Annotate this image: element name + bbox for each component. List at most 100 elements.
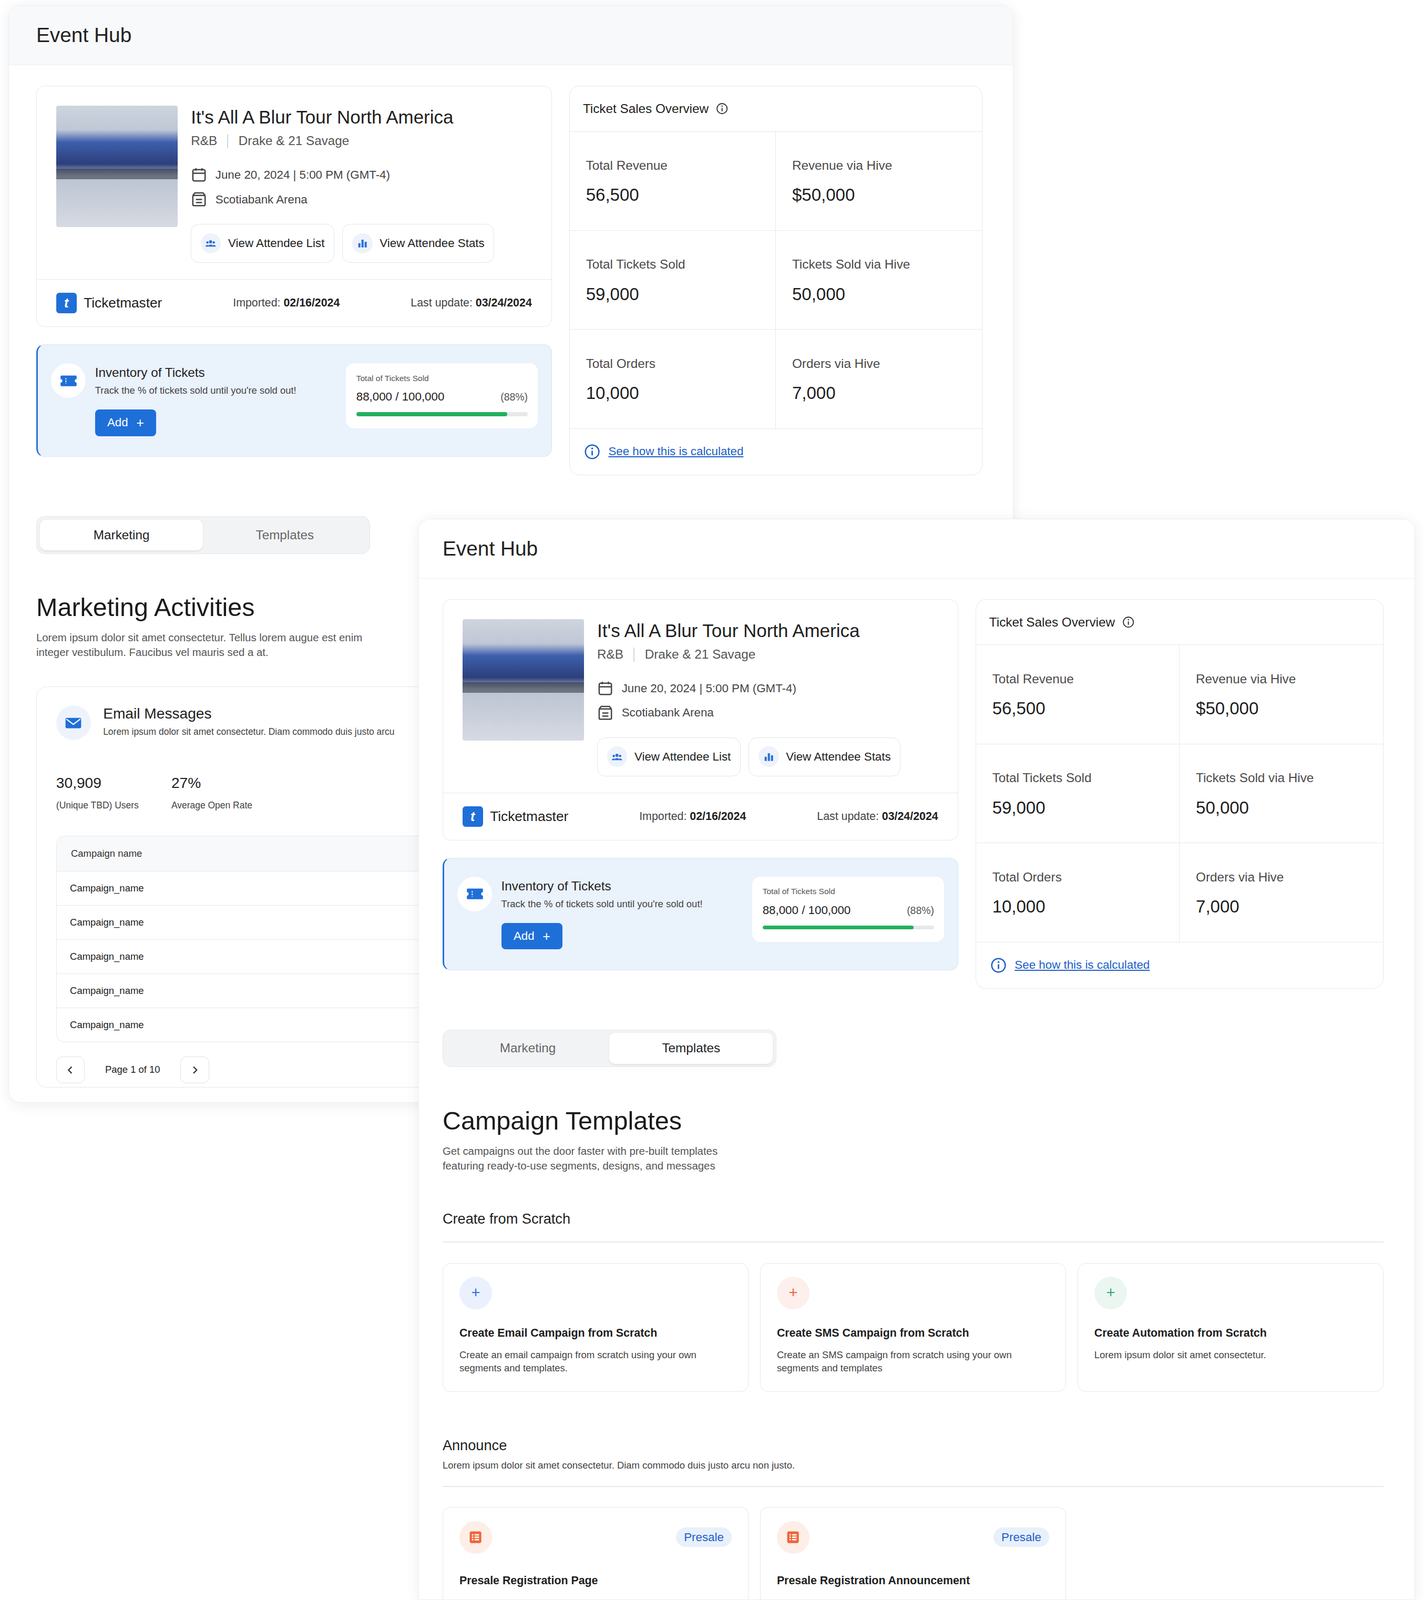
sales-stat: Total Tickets Sold59,000 <box>976 744 1180 844</box>
event-title: It's All A Blur Tour North America <box>190 105 532 129</box>
template-card[interactable]: +Create Email Campaign from ScratchCreat… <box>442 1263 750 1393</box>
tickets-meter: Total of Tickets Sold88,000 / 100,000(88… <box>752 876 945 942</box>
tab[interactable]: Templates <box>202 519 367 551</box>
meter-reading: 88,000 / 100,000 <box>356 390 445 404</box>
add-button[interactable]: Add+ <box>95 409 157 436</box>
list-icon <box>468 1530 483 1545</box>
event-card: It's All A Blur Tour North America R&B Dra… <box>442 599 959 841</box>
plus-icon: + <box>776 1276 810 1310</box>
tickets-meter: Total of Tickets Sold88,000 / 100,000(88… <box>345 363 538 429</box>
sales-stat: Total Orders10,000 <box>569 329 776 429</box>
event-poster <box>56 105 178 228</box>
section-title: Campaign Templates <box>442 1105 1384 1136</box>
attendee-stats-button[interactable]: View Attendee Stats <box>342 223 495 263</box>
info-icon[interactable] <box>715 102 729 115</box>
plus-icon: + <box>459 1276 493 1310</box>
email-title: Email Messages <box>103 705 395 723</box>
sales-stat: Total Orders10,000 <box>976 843 1180 942</box>
sales-stat: Revenue via Hive$50,000 <box>775 131 982 231</box>
ticket-sales-card: Ticket Sales Overview Total Revenue56,500… <box>975 599 1385 989</box>
email-stat: 27%Average Open Rate <box>171 774 253 812</box>
source-strip: t Ticketmaster Imported: 02/16/2024 Last up… <box>36 279 552 327</box>
meter-fill <box>356 412 508 417</box>
tag: Presale <box>675 1527 733 1548</box>
event-hub-window: Event Hub It's All A Blur Tour North Amer… <box>418 518 1415 1600</box>
sales-stat: Orders via Hive7,000 <box>1179 843 1383 942</box>
chevron-left-icon <box>65 1065 75 1075</box>
last-update: Last update: 03/24/2024 <box>410 296 532 310</box>
template-card[interactable]: +Create Automation from ScratchLorem ips… <box>1077 1263 1385 1393</box>
attendee-list-button[interactable]: View Attendee List <box>190 223 335 263</box>
event-venue: Scotiabank Arena <box>621 705 714 720</box>
sales-stat: Revenue via Hive$50,000 <box>1179 644 1383 744</box>
people-icon <box>205 237 217 249</box>
inventory-description: Track the % of tickets sold until you're… <box>95 384 337 398</box>
ticket-icon <box>465 886 485 901</box>
bar-chart-icon <box>356 237 368 249</box>
source-strip: tTicketmasterImported: 02/16/2024Last up… <box>443 792 958 840</box>
chevron-right-icon <box>190 1065 200 1075</box>
inventory-card: Inventory of TicketsTrack the % of ticke… <box>36 344 552 457</box>
tab[interactable]: Marketing <box>446 1032 610 1064</box>
column-header: Campaign name <box>70 847 142 860</box>
sales-stat: Total Revenue56,500 <box>976 644 1180 744</box>
meter-percent: (88%) <box>906 904 935 917</box>
event-artists: Drake & 21 Savage <box>644 647 756 662</box>
template-card[interactable]: +Create SMS Campaign from ScratchCreate … <box>760 1263 1067 1393</box>
next-page-button[interactable] <box>180 1056 209 1083</box>
people-icon <box>611 751 623 763</box>
event-date: June 20, 2024 | 5:00 PM (GMT-4) <box>215 168 391 182</box>
inventory-card: Inventory of TicketsTrack the % of ticke… <box>442 857 959 971</box>
group-description: Lorem ipsum dolor sit amet consectetur. … <box>442 1459 1384 1472</box>
meter-track <box>356 412 528 417</box>
source-name: Ticketmaster <box>83 294 162 312</box>
template-card[interactable]: PresalePresale Registration Announcement <box>760 1507 1067 1600</box>
imported-date: Imported: 02/16/2024 <box>232 296 340 310</box>
bar-chart-icon <box>763 751 775 763</box>
meter-reading: 88,000 / 100,000 <box>762 903 852 918</box>
venue-icon <box>597 704 614 722</box>
envelope-icon <box>64 715 83 731</box>
meter-track <box>762 925 935 930</box>
info-icon[interactable] <box>1122 616 1135 629</box>
tab[interactable]: Templates <box>609 1032 773 1064</box>
previous-page-button[interactable] <box>56 1056 85 1083</box>
sales-stat: Orders via Hive7,000 <box>775 329 982 429</box>
sales-title: Ticket Sales Overview <box>989 615 1115 630</box>
source-name: Ticketmaster <box>489 808 569 825</box>
calendar-icon <box>190 166 208 183</box>
window-title: Event Hub <box>418 519 1415 580</box>
sales-title: Ticket Sales Overview <box>582 101 709 117</box>
calculation-link[interactable]: See how this is calculated <box>608 444 744 459</box>
desktop: Event Hub It's All A Blur Tour North Amer… <box>0 0 1424 1600</box>
tab-bar: MarketingTemplates <box>36 516 371 555</box>
event-venue: Scotiabank Arena <box>215 192 308 207</box>
email-stat: 30,909(Unique TBD) Users <box>56 774 139 812</box>
template-card[interactable]: PresalePresale Registration Page <box>442 1507 750 1600</box>
meter-label: Total of Tickets Sold <box>356 373 528 384</box>
calculation-link[interactable]: See how this is calculated <box>1014 958 1150 972</box>
event-genre: R&B <box>597 647 624 662</box>
window-title: Event Hub <box>8 5 1014 66</box>
last-update: Last update: 03/24/2024 <box>816 810 938 824</box>
plus-icon: + <box>1094 1276 1128 1310</box>
add-button[interactable]: Add+ <box>501 923 563 950</box>
group-title: Create from Scratch <box>442 1210 1384 1228</box>
inventory-description: Track the % of tickets sold until you're… <box>501 897 744 911</box>
event-date: June 20, 2024 | 5:00 PM (GMT-4) <box>621 681 797 696</box>
meter-fill <box>762 925 914 930</box>
sales-stat: Total Revenue56,500 <box>569 131 776 231</box>
ticket-sales-card: Ticket Sales Overview Total Revenue56,500… <box>569 85 983 476</box>
list-icon <box>785 1530 801 1545</box>
tag: Presale <box>993 1527 1050 1548</box>
event-title: It's All A Blur Tour North America <box>597 619 939 643</box>
event-genre: R&B <box>190 133 218 149</box>
tab[interactable]: Marketing <box>39 519 204 551</box>
sales-stat: Tickets Sold via Hive50,000 <box>1179 744 1383 844</box>
tab-bar: MarketingTemplates <box>442 1029 777 1068</box>
attendee-list-button[interactable]: View Attendee List <box>597 737 741 777</box>
ticketmaster-logo: t <box>56 292 77 314</box>
event-card: It's All A Blur Tour North America R&B Dra… <box>36 85 552 327</box>
attendee-stats-button[interactable]: View Attendee Stats <box>748 737 901 777</box>
event-artists: Drake & 21 Savage <box>238 133 350 149</box>
